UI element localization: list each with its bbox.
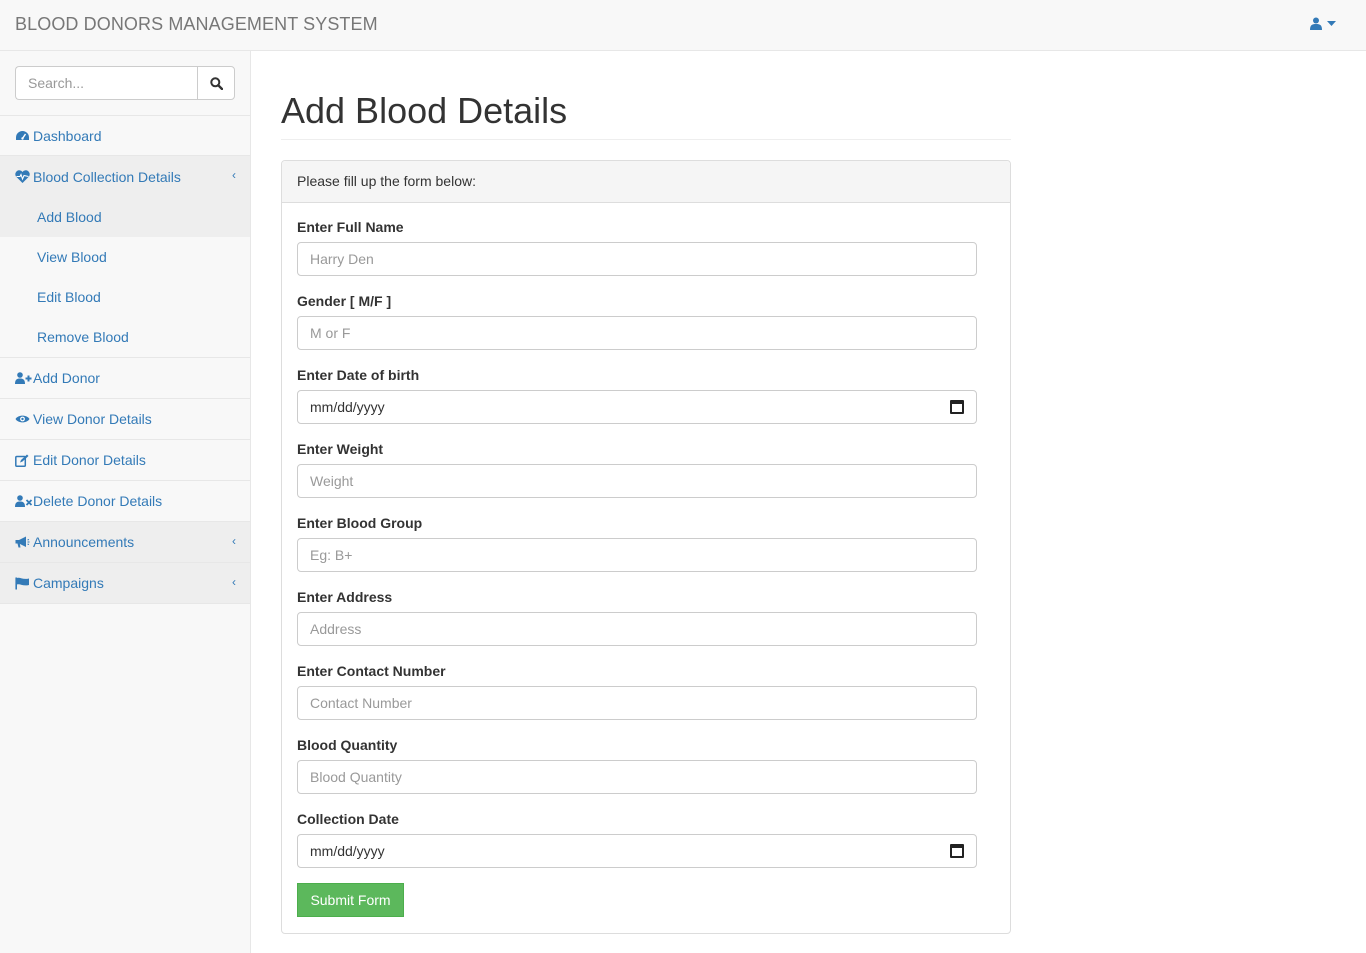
user-icon <box>1310 17 1322 30</box>
calendar-icon[interactable] <box>950 400 964 414</box>
collection-date-group: Collection Date mm/dd/yyyy <box>297 810 977 868</box>
sidebar-nav: Dashboard Blood Collection Details ‹ Add… <box>0 115 250 604</box>
sidebar-item-label: Campaigns <box>33 575 104 591</box>
bullhorn-icon <box>15 536 30 548</box>
sidebar-item-remove-blood[interactable]: Remove Blood <box>0 317 250 357</box>
chevron-left-icon: ‹ <box>232 575 236 589</box>
sidebar-item-campaigns[interactable]: Campaigns ‹ <box>0 563 250 604</box>
full-name-group: Enter Full Name <box>297 218 977 276</box>
full-name-label: Enter Full Name <box>297 219 404 235</box>
caret-down-icon <box>1327 21 1336 26</box>
blood-group-label: Enter Blood Group <box>297 515 423 531</box>
app-brand[interactable]: BLOOD DONORS MANAGEMENT SYSTEM <box>15 14 378 35</box>
address-input[interactable] <box>297 612 977 646</box>
sidebar-search <box>15 66 235 100</box>
sidebar-item-label: View Donor Details <box>33 411 152 427</box>
weight-input[interactable] <box>297 464 977 498</box>
full-name-input[interactable] <box>297 242 977 276</box>
quantity-label: Blood Quantity <box>297 737 398 753</box>
chevron-left-icon: ‹ <box>232 534 236 548</box>
sidebar-item-blood-collection[interactable]: Blood Collection Details ‹ <box>0 156 250 197</box>
contact-input[interactable] <box>297 686 977 720</box>
flag-icon <box>15 577 29 589</box>
sidebar-item-label: Announcements <box>33 534 135 550</box>
eye-icon <box>15 415 30 423</box>
sidebar-item-label: Edit Donor Details <box>33 452 146 468</box>
quantity-input[interactable] <box>297 760 977 794</box>
heartbeat-icon <box>15 170 30 183</box>
collection-date-text: mm/dd/yyyy <box>310 843 385 859</box>
sidebar-item-label: Delete Donor Details <box>33 493 163 509</box>
sidebar-item-label: Blood Collection Details <box>33 168 181 185</box>
dob-group: Enter Date of birth mm/dd/yyyy <box>297 366 977 424</box>
sidebar-item-label: Dashboard <box>33 127 102 144</box>
top-navbar: BLOOD DONORS MANAGEMENT SYSTEM <box>0 0 1366 51</box>
sidebar-item-add-donor[interactable]: Add Donor <box>0 358 250 399</box>
blood-group-group: Enter Blood Group <box>297 514 977 572</box>
collection-date-label: Collection Date <box>297 811 399 827</box>
blood-group-input[interactable] <box>297 538 977 572</box>
weight-label: Enter Weight <box>297 441 384 457</box>
gender-group: Gender [ M/F ] <box>297 292 977 350</box>
user-menu-dropdown[interactable] <box>1310 17 1336 30</box>
sidebar-item-dashboard[interactable]: Dashboard <box>0 115 250 156</box>
dob-date-text: mm/dd/yyyy <box>310 399 385 415</box>
blood-collection-submenu: Add Blood View Blood Edit Blood Remove B… <box>0 197 250 357</box>
dob-label: Enter Date of birth <box>297 367 420 383</box>
chevron-left-icon: ‹ <box>232 168 236 182</box>
gender-input[interactable] <box>297 316 977 350</box>
user-times-icon <box>15 495 33 507</box>
submit-form-button[interactable]: Submit Form <box>297 883 404 917</box>
title-divider <box>281 139 1011 140</box>
panel-heading: Please fill up the form below: <box>282 161 1010 203</box>
sidebar-item-view-blood[interactable]: View Blood <box>0 237 250 277</box>
calendar-icon[interactable] <box>950 844 964 858</box>
collection-date-input[interactable]: mm/dd/yyyy <box>297 834 977 868</box>
sidebar-item-view-donor[interactable]: View Donor Details <box>0 399 250 440</box>
sidebar-item-label: Add Donor <box>33 370 100 386</box>
sidebar-item-add-blood[interactable]: Add Blood <box>0 197 250 237</box>
edit-icon <box>15 454 29 467</box>
search-button[interactable] <box>197 66 235 100</box>
page-title: Add Blood Details <box>281 90 568 131</box>
gender-label: Gender [ M/F ] <box>297 293 392 309</box>
address-label: Enter Address <box>297 589 393 605</box>
sidebar-item-edit-donor[interactable]: Edit Donor Details <box>0 440 250 481</box>
sidebar-item-delete-donor[interactable]: Delete Donor Details <box>0 481 250 522</box>
blood-collection-group: Blood Collection Details ‹ Add Blood Vie… <box>0 156 250 358</box>
search-input[interactable] <box>15 66 197 100</box>
form-panel: Please fill up the form below: Enter Ful… <box>281 160 1011 934</box>
weight-group: Enter Weight <box>297 440 977 498</box>
user-plus-icon <box>15 372 32 384</box>
dob-date-input[interactable]: mm/dd/yyyy <box>297 390 977 424</box>
quantity-group: Blood Quantity <box>297 736 977 794</box>
dashboard-icon <box>16 130 29 140</box>
sidebar-item-edit-blood[interactable]: Edit Blood <box>0 277 250 317</box>
sidebar: Dashboard Blood Collection Details ‹ Add… <box>0 51 251 953</box>
contact-group: Enter Contact Number <box>297 662 977 720</box>
address-group: Enter Address <box>297 588 977 646</box>
contact-label: Enter Contact Number <box>297 663 446 679</box>
search-icon <box>209 76 223 90</box>
sidebar-item-announcements[interactable]: Announcements ‹ <box>0 522 250 563</box>
